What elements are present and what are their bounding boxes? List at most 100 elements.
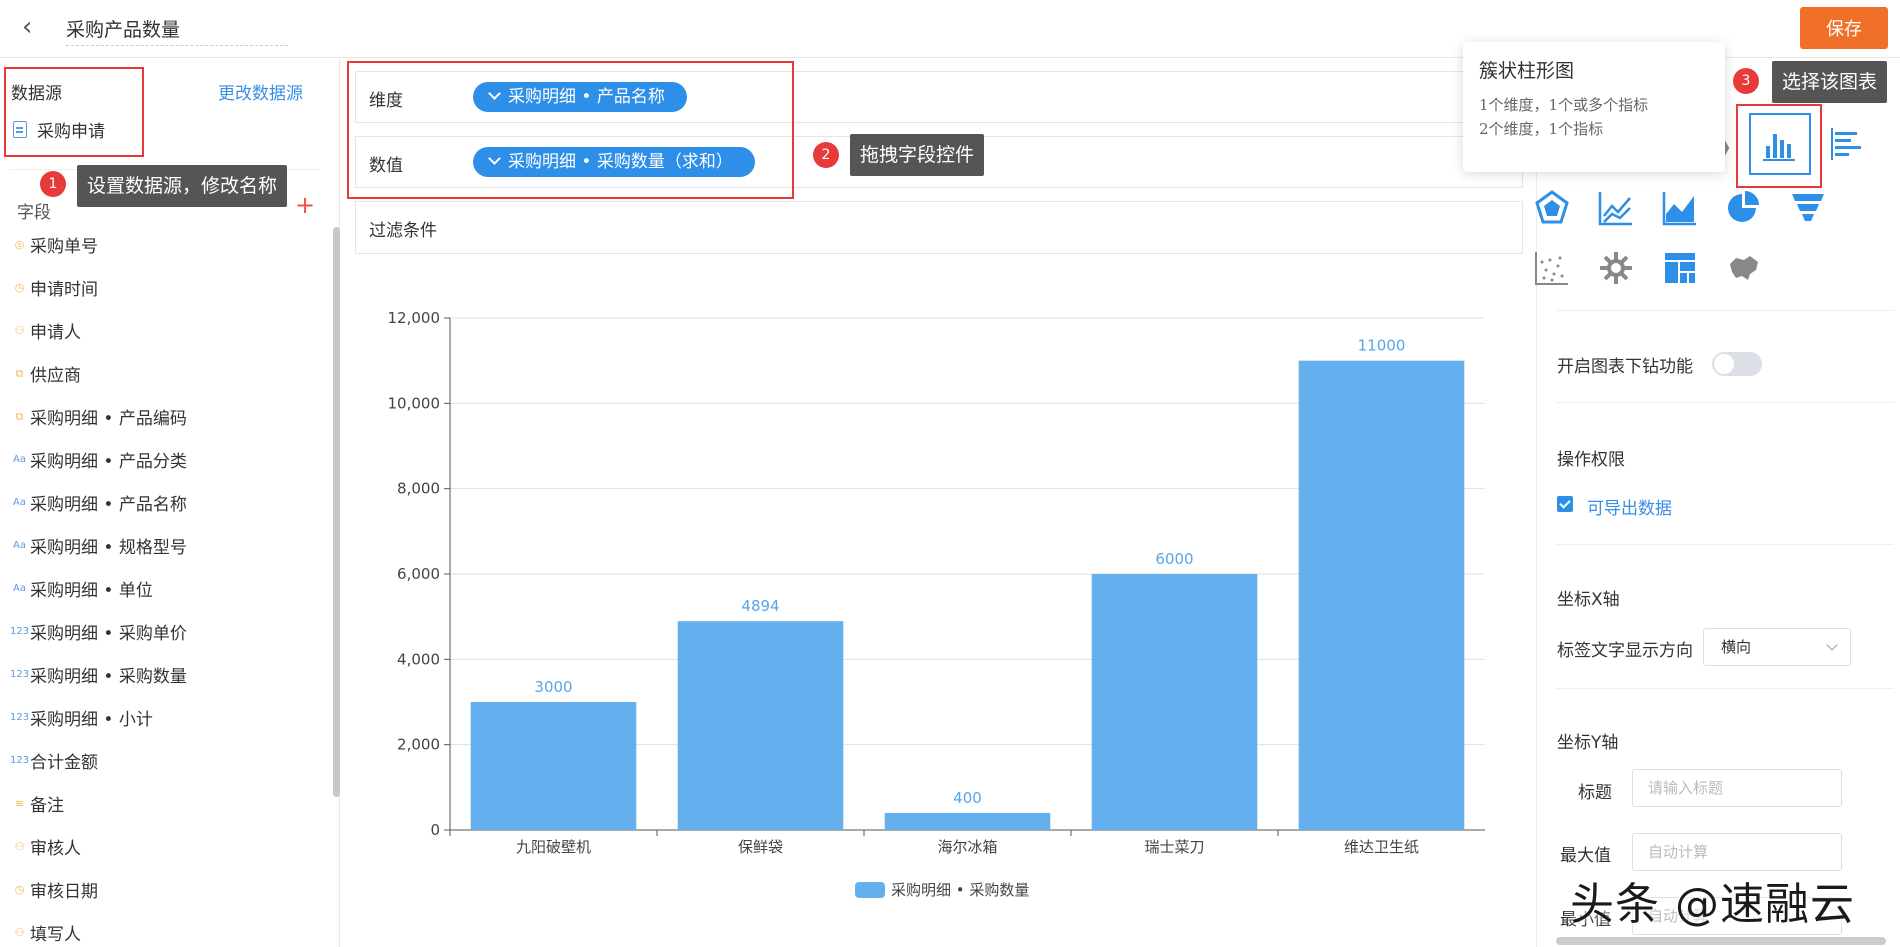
label-direction-value: 横向 [1721, 638, 1752, 656]
ymax-label: 最大值 [1560, 846, 1611, 866]
field-item[interactable]: ◎ 采购单号 [10, 223, 330, 266]
line-chart-icon[interactable] [1596, 188, 1636, 228]
field-label: 合计金额 [30, 753, 98, 773]
field-item[interactable]: ≡ 备注 [10, 782, 330, 825]
y-tick-label: 4,000 [397, 650, 440, 668]
ytitle-input[interactable] [1632, 769, 1842, 807]
divider [1556, 402, 1894, 403]
annotation-badge-2: 2 [813, 142, 839, 168]
annotation-badge-3: 3 [1733, 68, 1759, 94]
field-item[interactable]: ◷ 申请时间 [10, 266, 330, 309]
field-item[interactable]: Aa 采购明细 • 单位 [10, 567, 330, 610]
bar [470, 702, 637, 830]
xaxis-label: 坐标X轴 [1557, 590, 1620, 610]
field-label: 采购单号 [30, 237, 98, 257]
relation-field-icon: ⧉ [15, 366, 24, 380]
ymax-input[interactable] [1632, 833, 1842, 871]
field-item[interactable]: 123 采购明细 • 采购单价 [10, 610, 330, 653]
user-field-icon: ⚇ [14, 840, 25, 853]
y-tick-label: 6,000 [397, 565, 440, 583]
y-tick-label: 10,000 [388, 394, 441, 412]
divider [1556, 310, 1894, 311]
legend-label: 采购明细 • 采购数量 [891, 881, 1029, 899]
field-item[interactable]: ⚇ 审核人 [10, 825, 330, 868]
scatter-chart-icon[interactable] [1532, 248, 1572, 288]
y-tick-label: 2,000 [397, 736, 440, 754]
annotation-tip-3: 选择该图表 [1772, 61, 1888, 103]
field-item[interactable]: 123 采购明细 • 采购数量 [10, 653, 330, 696]
radar-chart-icon[interactable] [1532, 188, 1572, 228]
y-tick-label: 0 [430, 821, 440, 839]
annotation-badge-1: 1 [40, 171, 66, 197]
annotation-tip-1: 设置数据源，修改名称 [77, 165, 288, 207]
bar [1298, 360, 1465, 830]
x-tick-label: 维达卫生纸 [1344, 838, 1419, 856]
add-field-plus-icon[interactable]: + [295, 193, 315, 217]
horizontal-scrollbar[interactable] [1556, 937, 1886, 945]
y-tick-label: 8,000 [397, 480, 440, 498]
horizontal-bar-icon[interactable] [1827, 124, 1867, 164]
report-title-input[interactable] [66, 12, 288, 46]
save-button[interactable]: 保存 [1800, 7, 1888, 49]
x-tick-label: 九阳破壁机 [516, 838, 591, 856]
label-direction-label: 标签文字显示方向 [1557, 641, 1693, 661]
bar [1091, 574, 1258, 830]
field-label: 采购明细 • 规格型号 [30, 538, 187, 558]
field-item[interactable]: 123 合计金额 [10, 739, 330, 782]
export-checkbox[interactable] [1557, 496, 1573, 512]
field-item[interactable]: Aa 采购明细 • 产品分类 [10, 438, 330, 481]
pie-chart-icon[interactable] [1724, 188, 1764, 228]
y-tick-label: 12,000 [388, 309, 441, 327]
field-item[interactable]: ◷ 审核日期 [10, 868, 330, 911]
data-label: 400 [953, 789, 982, 807]
area-chart-icon[interactable] [1660, 188, 1700, 228]
ytitle-label: 标题 [1578, 783, 1612, 803]
field-item[interactable]: ⧉ 采购明细 • 产品编码 [10, 395, 330, 438]
drill-toggle[interactable] [1712, 352, 1762, 376]
filter-row[interactable]: 过滤条件 [355, 201, 1523, 254]
field-label: 采购明细 • 产品分类 [30, 452, 187, 472]
chevron-down-icon [1826, 639, 1838, 651]
field-item[interactable]: ⧉ 供应商 [10, 352, 330, 395]
bar-chart: 0 2,000 4,000 6,000 8,000 10,000 12,000 3000 九阳破… [388, 309, 1485, 899]
x-tick-label: 保鲜袋 [738, 838, 783, 856]
field-item[interactable]: Aa 采购明细 • 规格型号 [10, 524, 330, 567]
field-label: 采购明细 • 采购单价 [30, 624, 187, 644]
serial-field-icon: ◎ [14, 238, 25, 251]
number-field-icon: 123 [10, 626, 30, 637]
label-direction-select[interactable]: 横向 [1703, 628, 1851, 666]
watermark-text: 头条 @速融云 [1570, 879, 1855, 930]
field-label: 申请时间 [30, 280, 98, 300]
sidebar-scrollbar[interactable] [333, 227, 340, 797]
x-tick-label: 瑞士菜刀 [1144, 838, 1204, 856]
text-field-icon: Aa [13, 583, 26, 594]
number-field-icon: 123 [10, 755, 30, 766]
text-field-icon: Aa [13, 540, 26, 551]
user-field-icon: ⚇ [14, 926, 25, 939]
divider [1556, 688, 1894, 689]
funnel-chart-icon[interactable] [1788, 188, 1828, 228]
field-item[interactable]: 123 采购明细 • 小计 [10, 696, 330, 739]
fields-label: 字段 [17, 203, 51, 223]
data-label: 4894 [741, 597, 779, 615]
clock-field-icon: ◷ [14, 883, 25, 896]
field-list: ◎ 采购单号 ◷ 申请时间 ⚇ 申请人 ⧉ 供应商 ⧉ 采购明细 • 产品编码 Aa 采购明细 • 产… [10, 223, 330, 947]
x-tick-label: 海尔冰箱 [937, 838, 997, 856]
field-label: 采购明细 • 采购数量 [30, 667, 187, 687]
legend-swatch [855, 882, 885, 898]
change-datasource-link[interactable]: 更改数据源 [218, 79, 303, 104]
field-label: 申请人 [30, 323, 81, 343]
bar [884, 812, 1051, 830]
export-label[interactable]: 可导出数据 [1587, 494, 1672, 519]
field-item[interactable]: ⚇ 申请人 [10, 309, 330, 352]
field-item[interactable]: ⚇ 填写人 [10, 911, 330, 947]
textarea-field-icon: ≡ [14, 797, 25, 810]
treemap-chart-icon[interactable] [1660, 248, 1700, 288]
field-label: 采购明细 • 单位 [30, 581, 153, 601]
field-label: 供应商 [30, 366, 81, 386]
field-item[interactable]: Aa 采购明细 • 产品名称 [10, 481, 330, 524]
drill-label: 开启图表下钻功能 [1557, 357, 1693, 377]
map-chart-icon[interactable] [1724, 248, 1764, 288]
sunburst-chart-icon[interactable] [1596, 248, 1636, 288]
back-arrow-icon[interactable]: ‹ [22, 12, 46, 42]
